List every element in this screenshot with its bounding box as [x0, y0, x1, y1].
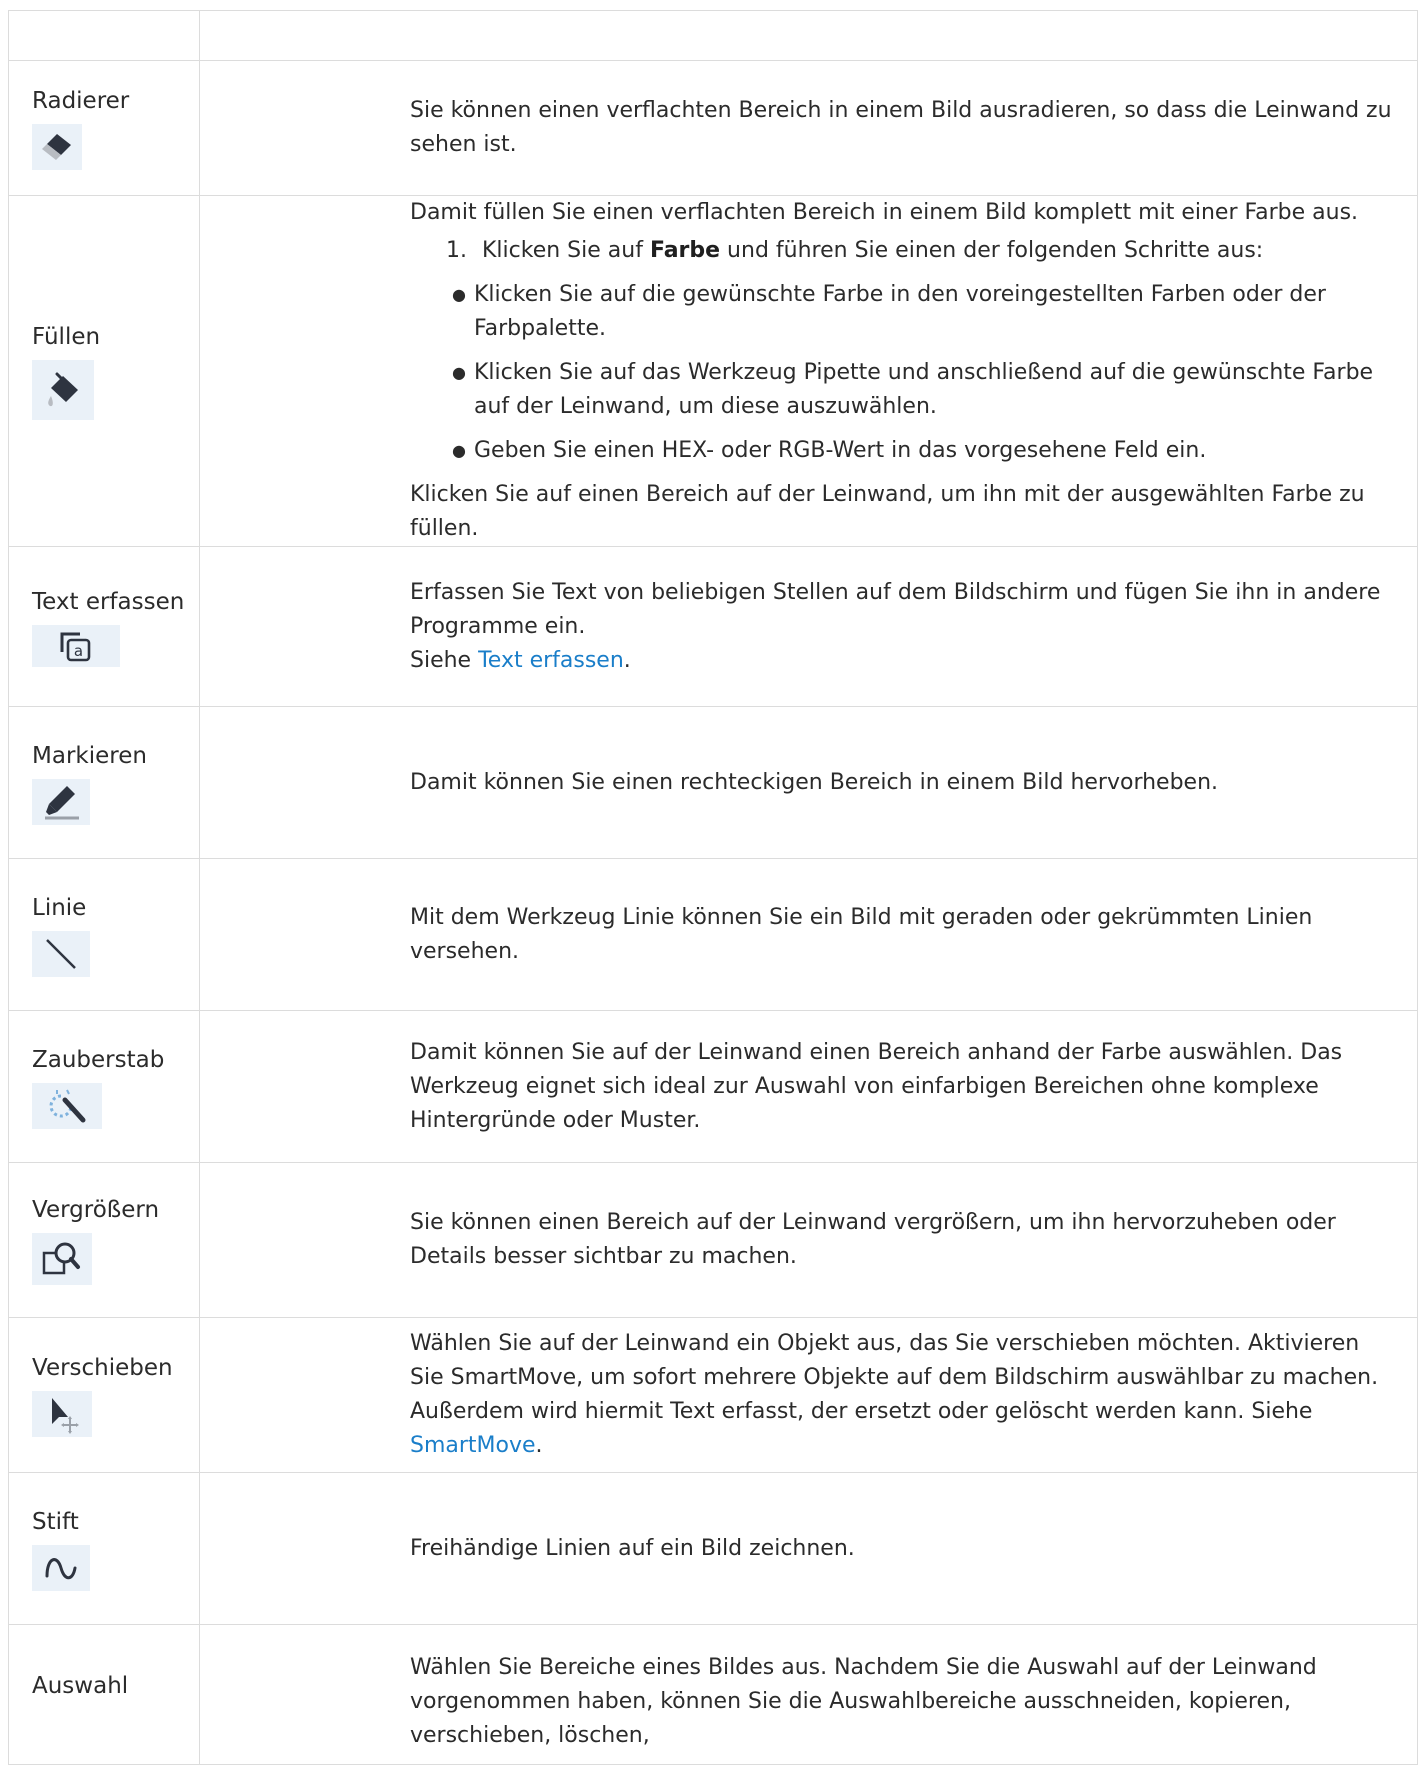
tool-name: Linie [32, 894, 87, 921]
desc-cell: Sie können einen verflachten Bereich in … [199, 60, 1418, 196]
table-row-text-capture: Text erfassen a Erfassen Sie Text von be… [8, 546, 1418, 707]
tool-description: Sie können einen verflachten Bereich in … [410, 98, 1392, 157]
svg-text:a: a [74, 642, 83, 660]
table-row-magic-wand: Zauberstab Damit können Sie auf der Lein… [8, 1010, 1418, 1163]
bullet-item: ● Geben Sie einen HEX- oder RGB-Wert in … [446, 434, 1397, 468]
fill-intro: Damit füllen Sie einen verflachten Berei… [410, 200, 1359, 225]
tool-name: Vergrößern [32, 1197, 160, 1223]
tool-description: Freihändige Linien auf ein Bild zeichnen… [410, 1535, 855, 1561]
tool-description: Damit können Sie auf der Leinwand einen … [410, 1039, 1343, 1133]
bullet-text: Klicken Sie auf die gewünschte Farbe in … [474, 282, 1326, 341]
name-cell: Radierer [8, 60, 200, 196]
smartmove-link[interactable]: SmartMove [410, 1433, 536, 1458]
desc-cell: Wählen Sie Bereiche eines Bildes aus. Na… [199, 1624, 1418, 1765]
table-row-move: Verschieben Wählen Sie auf der Leinwand … [8, 1317, 1418, 1473]
tool-name: Stift [32, 1508, 79, 1535]
name-cell: Verschieben [8, 1317, 200, 1473]
tool-name: Zauberstab [32, 1046, 165, 1073]
tool-name: Verschieben [32, 1355, 173, 1381]
table-row-empty [8, 10, 1418, 61]
name-cell: Markieren [8, 706, 200, 859]
see-suffix: . [535, 1433, 543, 1458]
desc-cell: Erfassen Sie Text von beliebigen Stellen… [199, 546, 1418, 707]
magnify-icon [32, 1233, 92, 1285]
tool-description: Wählen Sie Bereiche eines Bildes aus. Na… [410, 1655, 1317, 1748]
desc-cell: Wählen Sie auf der Leinwand ein Objekt a… [199, 1317, 1418, 1473]
desc-cell: Sie können einen Bereich auf der Leinwan… [199, 1162, 1418, 1318]
tool-description: Erfassen Sie Text von beliebigen Stellen… [410, 579, 1381, 639]
move-desc-text: Wählen Sie auf der Leinwand ein Objekt a… [410, 1331, 1379, 1424]
desc-cell: Damit können Sie einen rechteckigen Bere… [199, 706, 1418, 859]
desc-cell [199, 10, 1418, 61]
step-text-before: Klicken Sie auf [482, 238, 650, 263]
table-row-selection: Auswahl Wählen Sie Bereiche eines Bildes… [8, 1624, 1418, 1765]
table-row-fill: Füllen Damit füllen Sie einen verflachte… [8, 195, 1418, 547]
tool-description: Mit dem Werkzeug Linie können Sie ein Bi… [410, 904, 1313, 964]
table-row-eraser: Radierer Sie können einen verflachten Be… [8, 60, 1418, 196]
bullet-item: ● Klicken Sie auf das Werkzeug Pipette u… [446, 356, 1397, 424]
magic-wand-icon [32, 1082, 102, 1129]
tool-name: Markieren [32, 742, 147, 769]
name-cell: Auswahl [8, 1624, 200, 1765]
tool-name: Text erfassen [32, 588, 185, 615]
see-suffix: . [623, 647, 631, 673]
tool-description: Damit können Sie einen rechteckigen Bere… [410, 769, 1219, 795]
desc-cell: Freihändige Linien auf ein Bild zeichnen… [199, 1472, 1418, 1625]
table-row-highlight: Markieren Damit können Sie einen rechtec… [8, 706, 1418, 859]
tool-name: Füllen [32, 324, 101, 350]
step-number: 1. [446, 238, 467, 263]
bullet-text: Geben Sie einen HEX- oder RGB-Wert in da… [474, 438, 1207, 463]
tool-description: Wählen Sie auf der Leinwand ein Objekt a… [410, 1327, 1397, 1463]
move-icon [32, 1391, 92, 1437]
table-row-magnify: Vergrößern Sie können einen Bereich auf … [8, 1162, 1418, 1318]
desc-cell: Mit dem Werkzeug Linie können Sie ein Bi… [199, 858, 1418, 1011]
text-capture-link[interactable]: Text erfassen [478, 648, 624, 673]
tool-description: Sie können einen Bereich auf der Leinwan… [410, 1210, 1336, 1269]
desc-cell: Damit füllen Sie einen verflachten Berei… [199, 195, 1418, 547]
see-also: Siehe Text erfassen. [410, 644, 1397, 678]
bullet-dot: ● [452, 441, 466, 460]
bullet-dot: ● [452, 363, 466, 382]
fill-outro: Klicken Sie auf einen Bereich auf der Le… [410, 482, 1365, 541]
name-cell: Vergrößern [8, 1162, 200, 1318]
name-cell: Stift [8, 1472, 200, 1625]
table-row-line: Linie Mit dem Werkzeug Linie können Sie … [8, 858, 1418, 1011]
tool-table: Radierer Sie können einen verflachten Be… [8, 10, 1418, 1765]
pen-icon [32, 1544, 90, 1591]
name-cell: Linie [8, 858, 200, 1011]
name-cell: Text erfassen a [8, 546, 200, 707]
step-text: Klicken Sie auf Farbe und führen Sie ein… [482, 234, 1263, 268]
desc-cell: Damit können Sie auf der Leinwand einen … [199, 1010, 1418, 1163]
name-cell [8, 10, 200, 61]
bullet-item: ● Klicken Sie auf die gewünschte Farbe i… [446, 278, 1397, 346]
tool-name: Auswahl [32, 1673, 129, 1699]
line-icon [32, 930, 90, 977]
step-item: 1. Klicken Sie auf Farbe und führen Sie … [446, 234, 1397, 268]
tool-name: Radierer [32, 88, 130, 114]
step-text-after: und führen Sie einen der folgenden Schri… [720, 238, 1264, 263]
name-cell: Füllen [8, 195, 200, 547]
highlighter-icon [32, 778, 90, 825]
bullet-text: Klicken Sie auf das Werkzeug Pipette und… [474, 360, 1374, 419]
color-keyword: Farbe [649, 238, 721, 263]
name-cell: Zauberstab [8, 1010, 200, 1163]
bullet-dot: ● [452, 285, 466, 304]
see-prefix: Siehe [410, 647, 479, 673]
table-row-pen: Stift Freihändige Linien auf ein Bild ze… [8, 1472, 1418, 1625]
text-capture-icon: a [32, 624, 120, 667]
eraser-icon [32, 124, 82, 170]
fill-bucket-icon [32, 360, 94, 420]
